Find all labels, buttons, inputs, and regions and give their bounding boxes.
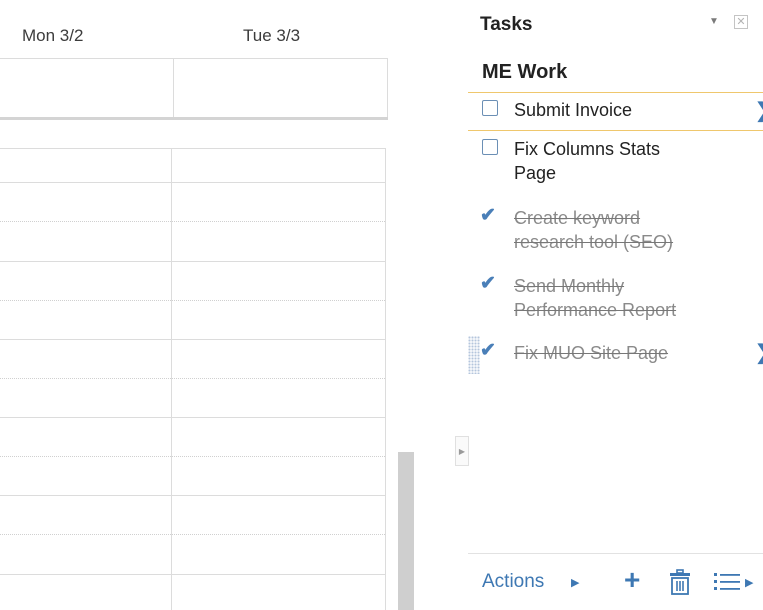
- calendar-view: Mon 3/2 Tue 3/3: [0, 0, 455, 610]
- hour-line: [0, 182, 385, 183]
- collapse-panel-button[interactable]: ▶: [455, 436, 469, 466]
- list-icon[interactable]: [713, 570, 743, 599]
- task-title[interactable]: Create keyword research tool (SEO): [514, 206, 673, 254]
- task-title[interactable]: Submit Invoice: [514, 98, 632, 122]
- close-box-icon[interactable]: ✕: [734, 15, 748, 29]
- half-hour-line: [0, 534, 385, 535]
- plus-icon[interactable]: +: [624, 566, 640, 594]
- task-title[interactable]: Fix Columns Stats Page: [514, 137, 660, 185]
- task-title-line: Performance Report: [514, 300, 677, 320]
- footer-divider: [468, 553, 763, 554]
- half-hour-line: [0, 300, 385, 301]
- hour-line: [0, 417, 385, 418]
- calendar-scrollbar[interactable]: [398, 452, 414, 610]
- time-grid[interactable]: [0, 148, 386, 610]
- task-title-line: Send Monthly: [514, 276, 625, 296]
- task-list-name[interactable]: ME Work: [482, 61, 567, 84]
- checkmark-icon[interactable]: ✔: [480, 274, 496, 294]
- triangle-right-icon: ▶: [458, 446, 466, 456]
- day-divider: [171, 149, 172, 610]
- all-day-row[interactable]: [0, 58, 388, 119]
- drag-handle[interactable]: [468, 336, 480, 374]
- triangle-right-icon[interactable]: ▶: [571, 576, 579, 589]
- chevron-right-icon[interactable]: ❯: [755, 340, 763, 365]
- half-hour-line: [0, 378, 385, 379]
- tasks-panel: Tasks ▼ ✕ ME Work Submit Invoice ❯ Fix C…: [468, 0, 763, 610]
- task-checkbox[interactable]: [482, 139, 498, 155]
- half-hour-line: [0, 456, 385, 457]
- hour-line: [0, 574, 385, 575]
- task-title[interactable]: Fix MUO Site Page: [514, 341, 668, 365]
- task-title-line: Create keyword: [514, 208, 641, 228]
- hour-line: [0, 495, 385, 496]
- day-divider: [173, 59, 174, 118]
- task-title-line: Fix Columns Stats: [514, 139, 661, 159]
- task-title-line: research tool (SEO): [514, 232, 674, 252]
- task-title[interactable]: Send Monthly Performance Report: [514, 274, 676, 322]
- chevron-right-icon[interactable]: ❯: [755, 98, 763, 123]
- panel-title: Tasks: [480, 14, 533, 35]
- selection-border: [468, 92, 763, 93]
- hour-line: [0, 261, 385, 262]
- all-day-separator: [0, 117, 388, 120]
- hour-line: [0, 339, 385, 340]
- triangle-right-icon[interactable]: ▶: [745, 576, 753, 589]
- selection-border: [468, 130, 763, 131]
- day-header-mon[interactable]: Mon 3/2: [22, 26, 83, 46]
- triangle-down-icon[interactable]: ▼: [709, 16, 719, 27]
- actions-menu-button[interactable]: Actions: [482, 571, 544, 593]
- checkmark-icon[interactable]: ✔: [480, 206, 496, 226]
- day-header-tue[interactable]: Tue 3/3: [243, 26, 300, 46]
- half-hour-line: [0, 221, 385, 222]
- trash-icon[interactable]: [669, 569, 691, 600]
- task-checkbox[interactable]: [482, 100, 498, 116]
- task-title-line: Page: [514, 163, 557, 183]
- checkmark-icon[interactable]: ✔: [480, 341, 496, 361]
